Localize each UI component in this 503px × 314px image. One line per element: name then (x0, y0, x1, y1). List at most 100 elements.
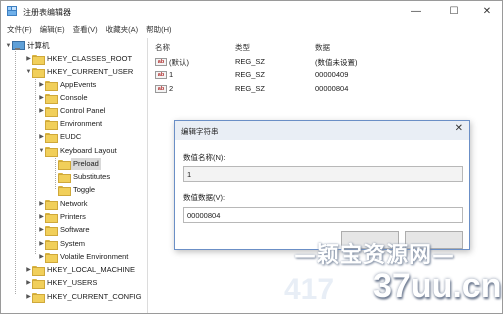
tree-item-label: HKEY_USERS (47, 277, 98, 287)
folder-icon (45, 199, 58, 210)
expand-arrow-icon[interactable]: ▶ (25, 293, 32, 300)
folder-icon (32, 265, 45, 276)
edit-string-dialog: 编辑字符串 ✕ 数值名称(N): 数值数据(V): (174, 120, 470, 250)
tree-item-keyboard-layout[interactable]: ▼ Keyboard Layout (38, 144, 119, 157)
tree-item-software[interactable]: ▶ Software (38, 223, 92, 236)
expand-arrow-icon[interactable]: ▶ (38, 240, 45, 247)
folder-icon (32, 278, 45, 289)
value-name-field[interactable] (183, 166, 463, 182)
folder-icon (45, 119, 58, 130)
expand-arrow-icon[interactable]: ▶ (38, 200, 45, 207)
dialog-close-button[interactable]: ✕ (455, 123, 463, 134)
folder-icon (45, 93, 58, 104)
value-data: 00000804 (315, 84, 349, 93)
maximize-button[interactable]: ☐ (437, 1, 471, 22)
regedit-icon (7, 6, 17, 16)
tree-item-control-panel[interactable]: ▶ Control Panel (38, 104, 107, 117)
expand-arrow-icon[interactable]: ▶ (38, 107, 45, 114)
tree-item-label: Keyboard Layout (60, 145, 117, 155)
tree-item-label: HKEY_CURRENT_CONFIG (47, 291, 142, 301)
collapse-arrow-icon[interactable]: ▼ (25, 69, 32, 75)
tree-item-label: EUDC (60, 131, 82, 141)
value-data-field[interactable] (183, 207, 463, 223)
menu-favorites[interactable]: 收藏夹(A) (102, 23, 143, 37)
registry-editor-window: 注册表编辑器 — ☐ ✕ 文件(F) 编辑(E) 查看(V) 收藏夹(A) 帮助… (0, 0, 503, 314)
string-value-icon: ab (155, 71, 167, 79)
folder-icon (58, 172, 71, 183)
tree-item-toggle[interactable]: Toggle (51, 183, 97, 196)
column-header-type[interactable]: 类型 (235, 42, 250, 53)
tree-item-label: HKEY_CLASSES_ROOT (47, 53, 133, 63)
tree-item-label: Environment (60, 118, 103, 128)
expand-arrow-icon[interactable]: ▶ (25, 266, 32, 273)
expand-arrow-icon[interactable]: ▶ (25, 279, 32, 286)
folder-icon (45, 225, 58, 236)
folder-open-icon (32, 67, 45, 78)
tree-item-substitutes[interactable]: Substitutes (51, 170, 112, 183)
tree-item-console[interactable]: ▶ Console (38, 91, 90, 104)
expand-arrow-icon[interactable]: ▶ (38, 94, 45, 101)
menu-help[interactable]: 帮助(H) (142, 23, 175, 37)
collapse-arrow-icon[interactable]: ▼ (5, 43, 12, 49)
tree-guide-line (15, 48, 16, 294)
window-title: 注册表编辑器 (23, 8, 71, 17)
tree-guide-line (35, 74, 36, 254)
tree-item-label: HKEY_CURRENT_USER (47, 66, 134, 76)
tree-item-volatile-environment[interactable]: ▶ Volatile Environment (38, 250, 130, 263)
value-data: (数值未设置) (315, 58, 358, 67)
tree-item-hku[interactable]: ▶ HKEY_USERS (25, 276, 99, 289)
watermark-domain: 37uu.cn (373, 267, 502, 305)
tree-item-hklm[interactable]: ▶ HKEY_LOCAL_MACHINE (25, 263, 137, 276)
tree-item-label: Volatile Environment (60, 251, 129, 261)
title-bar: 注册表编辑器 — ☐ ✕ (1, 1, 502, 22)
menu-view[interactable]: 查看(V) (69, 23, 102, 37)
tree-item-label: Preload (71, 157, 101, 170)
folder-icon (45, 132, 58, 143)
expand-arrow-icon[interactable]: ▶ (38, 226, 45, 233)
column-header-data[interactable]: 数据 (315, 42, 330, 53)
tree-item-hkcr[interactable]: ▶ HKEY_CLASSES_ROOT (25, 52, 134, 65)
value-row[interactable]: ab 2 REG_SZ 00000804 (153, 83, 493, 95)
folder-icon (45, 80, 58, 91)
tree-item-eudc[interactable]: ▶ EUDC (38, 130, 83, 143)
menu-edit[interactable]: 编辑(E) (36, 23, 69, 37)
folder-icon (45, 212, 58, 223)
column-header-name[interactable]: 名称 (155, 42, 170, 53)
tree-item-system[interactable]: ▶ System (38, 237, 87, 250)
collapse-arrow-icon[interactable]: ▼ (38, 148, 45, 154)
string-value-icon: ab (155, 58, 167, 66)
folder-icon (58, 185, 71, 196)
watermark-number: 417 (284, 273, 335, 306)
value-data-label: 数值数据(V): (183, 193, 226, 202)
tree-item-label: Substitutes (73, 171, 111, 181)
watermark-site-name: —颖宝资源网— (294, 243, 456, 268)
minimize-button[interactable]: — (399, 1, 433, 22)
folder-icon (45, 106, 58, 117)
tree-item-printers[interactable]: ▶ Printers (38, 210, 88, 223)
tree-item-environment[interactable]: Environment (38, 117, 104, 130)
tree-item-label: AppEvents (60, 79, 97, 89)
value-row[interactable]: ab 1 REG_SZ 00000409 (153, 69, 493, 81)
menu-bar: 文件(F) 编辑(E) 查看(V) 收藏夹(A) 帮助(H) (1, 23, 502, 37)
expand-arrow-icon[interactable]: ▶ (25, 55, 32, 62)
expand-arrow-icon[interactable]: ▶ (38, 213, 45, 220)
tree-item-hkcu[interactable]: ▼ HKEY_CURRENT_USER (25, 65, 135, 78)
value-name: (默认) (169, 58, 189, 67)
menu-file[interactable]: 文件(F) (1, 23, 36, 37)
tree-item-hkcc[interactable]: ▶ HKEY_CURRENT_CONFIG (25, 290, 144, 303)
tree-item-computer[interactable]: ▼ 计算机 (5, 39, 52, 52)
tree-item-network[interactable]: ▶ Network (38, 197, 90, 210)
folder-icon (58, 159, 71, 170)
expand-arrow-icon[interactable]: ▶ (38, 81, 45, 88)
tree-item-appevents[interactable]: ▶ AppEvents (38, 78, 98, 91)
value-name: 1 (169, 70, 174, 79)
folder-icon (32, 54, 45, 65)
expand-arrow-icon[interactable]: ▶ (38, 133, 45, 140)
close-button[interactable]: ✕ (470, 1, 502, 22)
tree-item-label: Software (60, 224, 90, 234)
registry-tree[interactable]: ▼ 计算机 ▶ HKEY_CLASSES_ROOT ▼ HKEY_CURRENT… (1, 38, 148, 313)
tree-item-preload[interactable]: Preload (51, 157, 101, 170)
value-row[interactable]: ab (默认) REG_SZ (数值未设置) (153, 56, 493, 68)
expand-arrow-icon[interactable]: ▶ (38, 253, 45, 260)
value-type: REG_SZ (235, 84, 266, 93)
